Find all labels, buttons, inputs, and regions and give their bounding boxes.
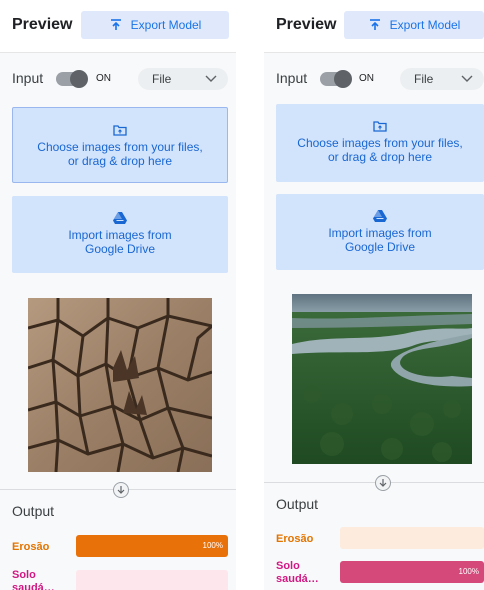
files-box-line1: Choose images from your files, — [297, 136, 463, 150]
confidence-bar-erosao — [340, 527, 484, 549]
folder-upload-icon — [373, 121, 387, 132]
drive-box-line2: Google Drive — [344, 240, 416, 254]
source-select-value: File — [414, 72, 434, 86]
drive-box-line2: Google Drive — [84, 242, 156, 256]
export-model-button[interactable]: Export Model — [344, 11, 484, 39]
export-model-button[interactable]: Export Model — [81, 11, 229, 39]
upload-icon — [110, 19, 121, 30]
files-box-line1: Choose images from your files, — [37, 140, 203, 154]
drive-box-line1: Import images from — [68, 228, 172, 242]
google-drive-import[interactable]: Import images from Google Drive — [276, 194, 484, 270]
input-image-forest-river — [292, 294, 472, 464]
export-model-label: Export Model — [389, 18, 461, 32]
output-title: Output — [276, 496, 319, 512]
input-toggle[interactable] — [320, 70, 352, 88]
arrow-down-icon — [113, 482, 129, 498]
class-label-line1: Solo — [276, 560, 300, 572]
preview-panel-right: Preview Export Model Input ON File Choos… — [264, 0, 484, 590]
google-drive-import[interactable]: Import images from Google Drive — [12, 196, 228, 273]
panel-title: Preview — [276, 16, 337, 33]
class-label-line2: saudá… — [276, 573, 319, 585]
source-select[interactable]: File — [400, 68, 484, 90]
toggle-state-label: ON — [96, 73, 111, 84]
confidence-bar-erosao: 100% — [76, 535, 228, 557]
upload-icon — [369, 19, 380, 30]
confidence-bar-solo-saudavel — [76, 570, 228, 590]
source-select[interactable]: File — [138, 68, 228, 90]
confidence-percent: 100% — [458, 567, 479, 576]
files-box-line2: or drag & drop here — [327, 150, 433, 164]
class-label-solo-saudavel: Solo saudá… — [12, 569, 55, 590]
files-box-line2: or drag & drop here — [67, 154, 173, 168]
input-toggle[interactable] — [56, 70, 88, 88]
panel-header: Preview Export Model — [0, 0, 236, 53]
google-drive-icon — [373, 210, 387, 222]
output-title: Output — [12, 503, 55, 519]
choose-files-dropzone[interactable]: Choose images from your files, or drag &… — [12, 107, 228, 183]
output-divider — [264, 482, 484, 483]
confidence-percent: 100% — [202, 541, 223, 550]
toggle-state-label: ON — [359, 73, 374, 84]
class-label-erosao: Erosão — [276, 533, 314, 545]
class-label-line2: saudá… — [12, 582, 55, 590]
preview-panel-left: Preview Export Model Input ON File Choos… — [0, 0, 236, 590]
google-drive-icon — [113, 212, 127, 224]
arrow-down-icon — [375, 475, 391, 491]
input-label: Input — [12, 70, 44, 86]
choose-files-dropzone[interactable]: Choose images from your files, or drag &… — [276, 104, 484, 182]
panel-title: Preview — [12, 16, 73, 33]
input-label: Input — [276, 70, 308, 86]
toggle-knob — [334, 70, 352, 88]
chevron-down-icon — [205, 75, 217, 82]
chevron-down-icon — [461, 75, 473, 82]
drive-box-line1: Import images from — [328, 226, 432, 240]
class-label-erosao: Erosão — [12, 541, 50, 553]
confidence-bar-solo-saudavel: 100% — [340, 561, 484, 583]
input-row: Input ON File — [0, 66, 236, 92]
class-label-solo-saudavel: Solo saudá… — [276, 560, 319, 586]
class-label-line1: Solo — [12, 569, 36, 581]
toggle-knob — [70, 70, 88, 88]
export-model-label: Export Model — [130, 18, 202, 32]
input-image-cracked-soil — [28, 298, 212, 472]
panel-header: Preview Export Model — [264, 0, 484, 53]
folder-upload-icon — [113, 125, 127, 136]
source-select-value: File — [152, 72, 172, 86]
input-row: Input ON File — [264, 66, 484, 92]
